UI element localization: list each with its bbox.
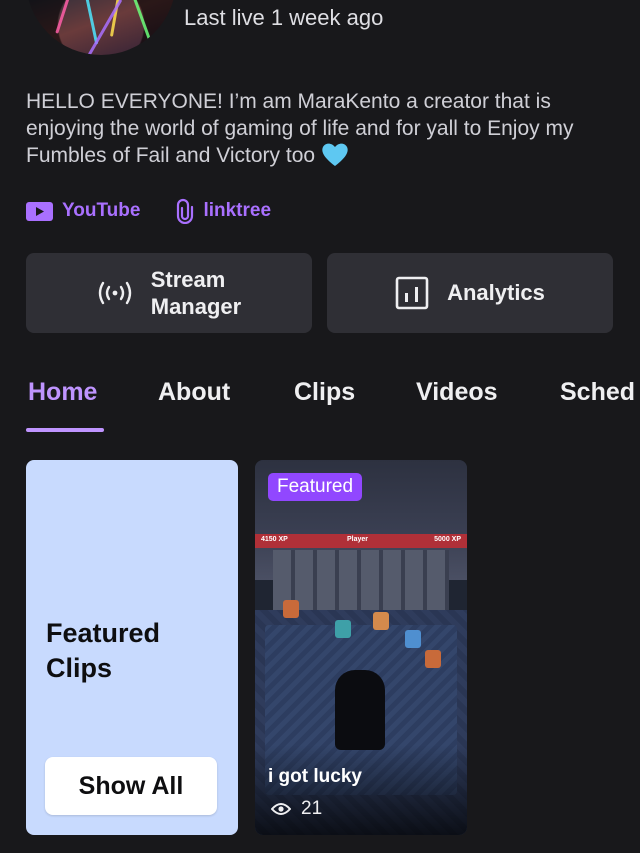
analytics-button[interactable]: Analytics [327, 253, 613, 333]
featured-clips-title-line2: Clips [46, 653, 113, 683]
blue-heart-icon [322, 143, 348, 166]
show-all-button[interactable]: Show All [45, 757, 217, 815]
stream-manager-line2: Manager [150, 294, 242, 319]
tab-clips[interactable]: Clips [294, 378, 355, 407]
tab-home[interactable]: Home [28, 378, 97, 407]
game-character [373, 612, 389, 630]
analytics-icon [395, 276, 429, 310]
featured-clips-title: Featured Clips [46, 616, 226, 686]
bio-text: HELLO EVERYONE! I’m am MaraKento a creat… [26, 90, 574, 167]
featured-clips-card: Featured Clips Show All [26, 460, 238, 835]
tab-schedule[interactable]: Sched [560, 378, 635, 407]
clip-views: 21 [271, 798, 322, 820]
channel-bio: HELLO EVERYONE! I’m am MaraKento a creat… [26, 88, 626, 169]
youtube-link[interactable]: YouTube [26, 198, 140, 224]
clip-overlay-gradient [255, 745, 467, 835]
eye-icon [271, 803, 291, 815]
youtube-icon [26, 201, 53, 221]
last-live-text: Last live 1 week ago [184, 5, 384, 30]
analytics-label: Analytics [447, 280, 545, 305]
tab-about[interactable]: About [158, 378, 230, 407]
linktree-link-label: linktree [203, 200, 272, 221]
clip-title: i got lucky [268, 766, 362, 787]
clip-card[interactable]: 4150 XP Player 5000 XP Featured i got lu… [255, 460, 467, 835]
linktree-link[interactable]: linktree [176, 198, 271, 224]
social-links: YouTube linktree [26, 198, 271, 224]
stream-manager-label: Stream Manager [151, 266, 241, 320]
clip-view-count: 21 [301, 798, 323, 819]
active-tab-indicator [26, 428, 104, 432]
xp-bar: 4150 XP Player 5000 XP [255, 534, 467, 548]
hud-mid-text: Player [347, 536, 369, 543]
link-icon [177, 198, 194, 224]
tab-videos[interactable]: Videos [416, 378, 498, 407]
game-character [283, 600, 299, 618]
hud-left-text: 4150 XP [261, 536, 288, 543]
hud-right-text: 5000 XP [434, 536, 461, 543]
channel-tabs: Home About Clips Videos Sched [28, 378, 640, 434]
youtube-link-label: YouTube [62, 200, 141, 221]
game-character [425, 650, 441, 668]
channel-avatar[interactable] [26, 0, 176, 55]
featured-clips-title-line1: Featured [46, 618, 161, 648]
stream-manager-line1: Stream [150, 267, 226, 292]
featured-badge: Featured [268, 473, 363, 501]
stream-manager-button[interactable]: Stream Manager [26, 253, 312, 333]
game-character [405, 630, 421, 648]
player-character [335, 670, 385, 750]
broadcast-icon [98, 281, 131, 305]
game-character [335, 620, 351, 638]
